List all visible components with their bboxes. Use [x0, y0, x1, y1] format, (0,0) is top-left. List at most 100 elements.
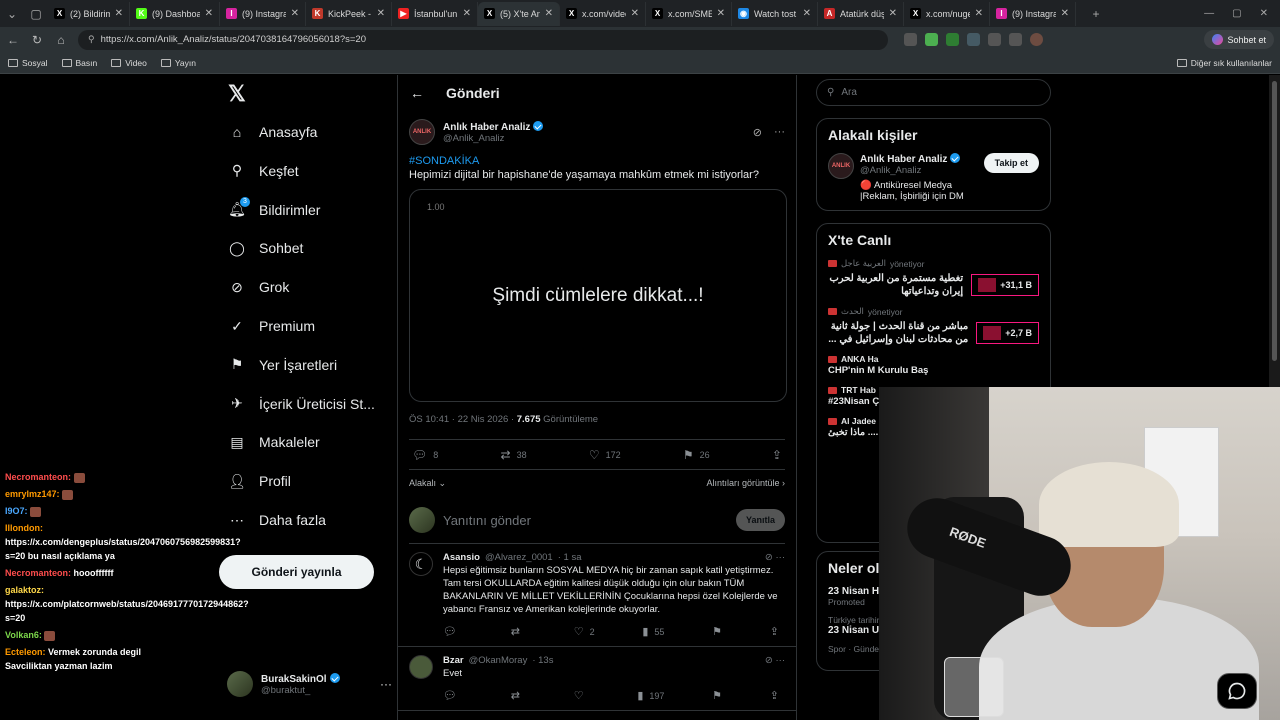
- extension-icon[interactable]: [904, 33, 917, 46]
- hashtag-link[interactable]: #SONDAKİKA: [409, 155, 785, 167]
- tab-close-icon[interactable]: ✕: [631, 8, 639, 19]
- reply-action[interactable]: 💬︎ 8: [412, 448, 438, 462]
- url-field[interactable]: ⚲ https://x.com/Anlik_Analiz/status/2047…: [78, 29, 888, 50]
- reply-avatar[interactable]: [409, 655, 433, 679]
- browser-tab[interactable]: ▶ İstanbul'un En ✕: [392, 1, 478, 26]
- tab-close-icon[interactable]: ✕: [291, 8, 299, 19]
- nav-item-bell[interactable]: 🔔︎ 3 Bildirimler: [228, 196, 320, 219]
- bookmark-folder[interactable]: Sosyal: [8, 58, 48, 68]
- live-item[interactable]: العربية عاجل yönetiyor تغطية مستمرة من الع…: [828, 258, 1039, 298]
- workspaces-icon[interactable]: ▢: [24, 3, 48, 25]
- tab-close-icon[interactable]: ✕: [1061, 8, 1069, 19]
- browser-tab[interactable]: Xx.com/nugetd ✕: [904, 1, 990, 26]
- reply-button[interactable]: Yanıtla: [735, 509, 785, 531]
- bookmark-folder[interactable]: Yayın: [160, 58, 196, 68]
- nav-item-profile[interactable]: 👤︎ Profil: [228, 472, 291, 490]
- tab-close-icon[interactable]: ✕: [545, 8, 553, 19]
- tweet-time[interactable]: ÖS 10:41 · 22 Nis 2026 ·: [409, 414, 517, 425]
- reply-item[interactable]: Bzar @OkanMoray · 13s ⊘ ··· Evet 💬︎ ⇄ ♡ ▮ 197 ⚑ ⇪: [398, 647, 796, 711]
- bookmark-action[interactable]: ⚑ 26: [683, 448, 710, 462]
- related-person[interactable]: ANLIK Anlık Haber Analiz @Anlik_Analiz 🔴…: [828, 153, 1039, 202]
- browser-tab[interactable]: A Atatürk düşma ✕: [818, 1, 904, 26]
- tweet-video[interactable]: 1.00 Şimdi cümlelere dikkat...!: [409, 189, 787, 402]
- reply-author-name[interactable]: Bzar: [443, 655, 464, 666]
- x-logo-icon[interactable]: 𝕏: [228, 81, 246, 107]
- reply-input[interactable]: Yanıtını gönder: [443, 513, 531, 528]
- tab-close-icon[interactable]: ✕: [803, 8, 811, 19]
- like-action[interactable]: ♡ 172: [589, 448, 621, 462]
- reply-author-name[interactable]: Asansio: [443, 552, 480, 563]
- like-action[interactable]: ♡ 2: [574, 625, 595, 638]
- browser-tab[interactable]: I (9) Instagram ✕: [220, 1, 306, 26]
- reply-avatar[interactable]: ☾: [409, 552, 433, 576]
- back-icon[interactable]: ←: [6, 33, 20, 47]
- minimize-icon[interactable]: —: [1204, 8, 1214, 19]
- browser-tab[interactable]: K KickPeek - Real ✕: [306, 1, 392, 26]
- share-action[interactable]: ⇪: [770, 689, 779, 702]
- reply-action[interactable]: 💬︎: [443, 625, 463, 638]
- browser-tab[interactable]: I (9) Instagram ✕: [990, 1, 1076, 26]
- bookmark-action[interactable]: ⚑: [712, 625, 722, 638]
- browser-tab[interactable]: ◉ Watch tost ola ✕: [732, 1, 818, 26]
- tab-close-icon[interactable]: ✕: [889, 8, 897, 19]
- views-action[interactable]: ▮ 55: [642, 625, 664, 638]
- reply-author-handle[interactable]: @Alvarez_0001: [485, 552, 553, 563]
- sort-dropdown[interactable]: Alakalı ⌄: [409, 478, 446, 489]
- author-name[interactable]: Anlık Haber Analiz: [443, 122, 530, 133]
- retweet-action[interactable]: ⇄: [511, 689, 526, 702]
- scrollbar-thumb[interactable]: [1272, 81, 1277, 361]
- tab-close-icon[interactable]: ✕: [115, 8, 123, 19]
- reply-time[interactable]: · 13s: [532, 655, 553, 666]
- extension-icon[interactable]: [988, 33, 1001, 46]
- nav-item-premium[interactable]: ✓ Premium: [228, 317, 315, 335]
- reply-time[interactable]: · 1 sa: [558, 552, 582, 563]
- browser-tab[interactable]: K (9) Dashboard ✕: [130, 1, 220, 26]
- home-icon[interactable]: ⌂: [54, 33, 68, 47]
- nav-item-rocket[interactable]: ✈ İçerik Üreticisi St...: [228, 395, 375, 413]
- retweet-action[interactable]: ⇄ 38: [501, 448, 527, 462]
- tab-close-icon[interactable]: ✕: [205, 8, 213, 19]
- browser-tab[interactable]: Xx.com/SMEYD ✕: [646, 1, 732, 26]
- views-action[interactable]: ▮ 197: [637, 689, 664, 702]
- reply-item[interactable]: ☾ Asansio @Alvarez_0001 · 1 sa ⊘ ··· Hepsi eğ…: [398, 544, 796, 647]
- browser-tab[interactable]: X (2) Bildirimler / ✕: [48, 1, 130, 26]
- account-switcher[interactable]: BurakSakinOl @buraktut_ ···: [227, 671, 392, 697]
- retweet-action[interactable]: ⇄: [511, 625, 526, 638]
- nav-item-articles[interactable]: ▤ Makaleler: [228, 433, 319, 451]
- reply-author-handle[interactable]: @OkanMoray: [469, 655, 528, 666]
- nav-item-search[interactable]: ⚲ Keşfet: [228, 162, 299, 180]
- bookmark-action[interactable]: ⚑: [712, 689, 722, 702]
- profile-avatar-icon[interactable]: [1030, 33, 1043, 46]
- follow-button[interactable]: Takip et: [983, 153, 1039, 173]
- grok-icon[interactable]: ⊘: [753, 126, 762, 139]
- new-tab-button[interactable]: +: [1084, 3, 1108, 25]
- maximize-icon[interactable]: ▢: [1232, 8, 1241, 19]
- messages-button[interactable]: [1217, 673, 1257, 709]
- more-icon[interactable]: ···: [380, 677, 392, 691]
- live-item[interactable]: ANKA Ha CHP'nin M Kurulu Baş: [828, 354, 1039, 377]
- bookmark-folder[interactable]: Video: [111, 58, 147, 68]
- nav-item-grok[interactable]: ⊘ Grok: [228, 278, 289, 296]
- more-options-icon[interactable]: ⊘ ···: [765, 552, 785, 563]
- tab-close-icon[interactable]: ✕: [463, 8, 471, 19]
- extension-icon[interactable]: [925, 33, 938, 46]
- back-arrow-icon[interactable]: ←: [410, 85, 424, 101]
- post-button[interactable]: Gönderi yayınla: [219, 555, 374, 589]
- close-window-icon[interactable]: ✕: [1260, 8, 1268, 19]
- extension-icon[interactable]: [967, 33, 980, 46]
- search-input[interactable]: ⚲ Ara: [816, 79, 1051, 106]
- nav-item-chat[interactable]: ◯ Sohbet: [228, 239, 303, 257]
- more-options-icon[interactable]: ⊘ ···: [765, 655, 785, 666]
- live-item[interactable]: الحدث yönetiyor مباشر من قناة الحدث | جولة…: [828, 306, 1039, 346]
- browser-tab[interactable]: Xx.com/videocu ✕: [560, 1, 646, 26]
- author-avatar[interactable]: ANLIK: [409, 119, 435, 145]
- copilot-button[interactable]: Sohbet et: [1204, 30, 1274, 49]
- bookmark-folder[interactable]: Basın: [61, 58, 97, 68]
- tab-close-icon[interactable]: ✕: [975, 8, 983, 19]
- author-handle[interactable]: @Anlik_Analiz: [443, 133, 543, 144]
- share-action[interactable]: ⇪: [772, 448, 782, 462]
- favorites-icon[interactable]: [1009, 33, 1022, 46]
- nav-item-bookmark[interactable]: ⚑ Yer İşaretleri: [228, 356, 337, 374]
- tab-close-icon[interactable]: ✕: [377, 8, 385, 19]
- browser-tab[interactable]: X (5) X'te An ✕: [478, 1, 560, 26]
